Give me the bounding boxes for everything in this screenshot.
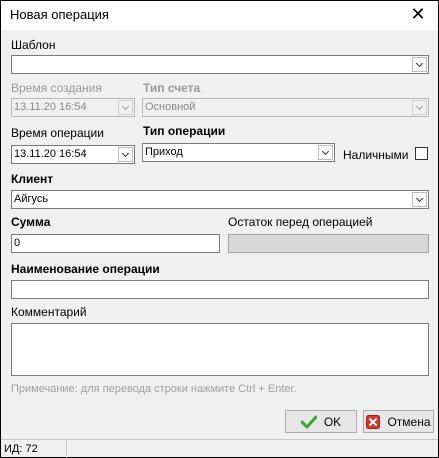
operation-name-label: Наименование операции (11, 262, 160, 276)
status-bar: ИД: 72 (1, 439, 438, 458)
line-break-hint: Примечание: для перевода строки нажмите … (11, 383, 297, 395)
template-select[interactable] (11, 55, 429, 74)
operation-type-label: Тип операции (143, 124, 226, 138)
created-time-value: 13.11.20 16:54 (14, 101, 87, 113)
template-dropdown-button[interactable] (412, 57, 427, 72)
balance-before-label: Остаток перед операцией (228, 215, 373, 229)
cash-label: Наличными (343, 148, 409, 162)
check-icon (300, 415, 317, 428)
created-time-picker: 13.11.20 16:54 (11, 98, 135, 117)
title-bar: Новая операция ✕ (1, 1, 438, 30)
chevron-down-icon (121, 102, 130, 110)
operation-type-dropdown-button[interactable] (318, 145, 333, 160)
operation-name-input[interactable] (11, 280, 429, 299)
client-label: Клиент (11, 172, 54, 186)
chevron-down-icon (121, 149, 130, 157)
record-id: ИД: 72 (1, 440, 67, 458)
close-icon[interactable]: ✕ (408, 3, 428, 25)
cancel-button-label: Отмена (387, 414, 431, 429)
cash-checkbox[interactable] (415, 147, 428, 160)
chevron-down-icon (415, 102, 424, 110)
dialog-window: Новая операция ✕ Шаблон Время создания 1… (0, 0, 439, 458)
operation-type-select[interactable]: Приход (142, 143, 335, 162)
account-type-label: Тип счета (143, 81, 201, 95)
chevron-down-icon (321, 147, 330, 155)
operation-type-value: Приход (145, 146, 183, 158)
window-title: Новая операция (10, 7, 109, 22)
account-type-value: Основной (145, 101, 196, 113)
created-time-dropdown-button (118, 100, 133, 115)
account-type-select: Основной (142, 98, 429, 117)
operation-time-value: 13.11.20 16:54 (14, 148, 87, 160)
operation-time-dropdown-button[interactable] (118, 147, 133, 162)
amount-label: Сумма (11, 215, 51, 229)
client-value: Айгусь (14, 193, 49, 205)
operation-time-picker[interactable]: 13.11.20 16:54 (11, 145, 135, 164)
comment-textarea[interactable] (11, 323, 429, 376)
red-x-icon (366, 414, 381, 429)
cancel-button[interactable]: Отмена (363, 410, 434, 433)
amount-value: 0 (14, 237, 21, 249)
comment-label: Комментарий (11, 305, 87, 319)
client-dropdown-button[interactable] (412, 192, 427, 207)
balance-before-field (228, 234, 429, 253)
created-time-label: Время создания (11, 81, 102, 95)
account-type-dropdown-button (412, 100, 427, 115)
chevron-down-icon (415, 59, 424, 67)
chevron-down-icon (415, 194, 424, 202)
client-select[interactable]: Айгусь (11, 190, 429, 209)
ok-button[interactable]: OK (285, 410, 357, 433)
operation-time-label: Время операции (11, 126, 104, 140)
amount-input[interactable]: 0 (11, 234, 220, 253)
ok-button-label: OK (323, 414, 342, 429)
template-label: Шаблон (11, 38, 56, 52)
